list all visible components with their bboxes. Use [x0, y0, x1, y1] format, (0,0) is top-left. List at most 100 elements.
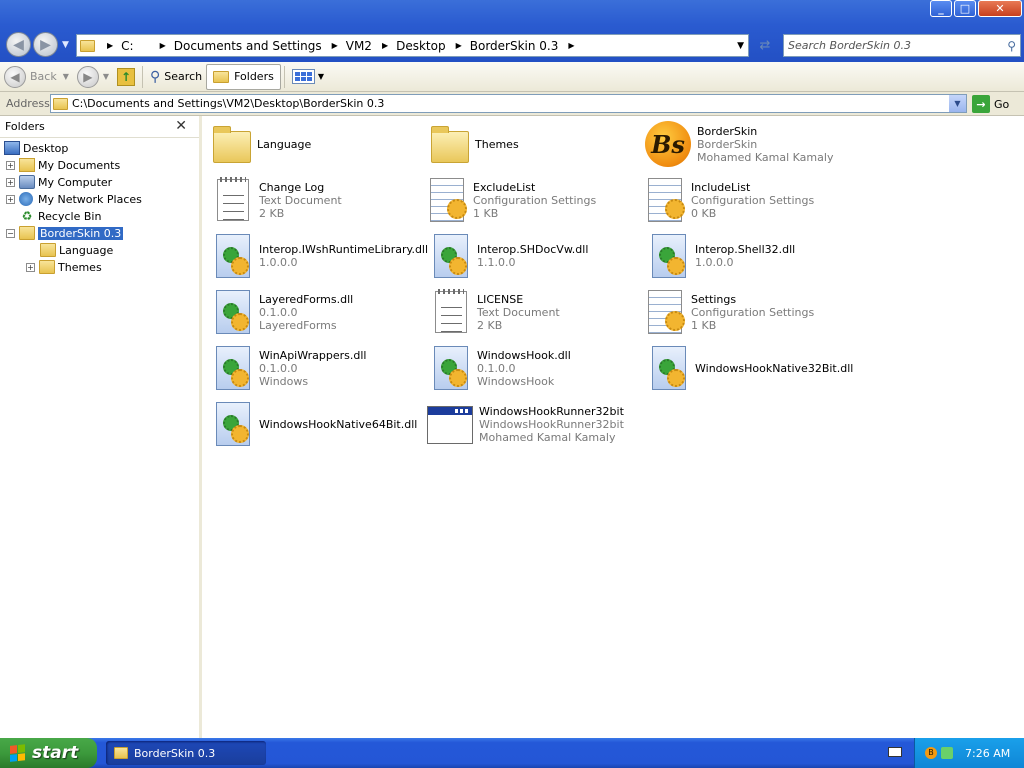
folder-icon — [53, 97, 68, 110]
go-button[interactable]: → Go — [972, 95, 1009, 113]
back-nav-button[interactable]: ◀ — [6, 32, 31, 57]
tree-item-my-computer[interactable]: + My Computer — [6, 174, 112, 190]
breadcrumb-item-c[interactable]: C: — [117, 39, 137, 53]
clock[interactable]: 7:26 AM — [965, 747, 1010, 760]
close-icon[interactable]: ✕ — [175, 118, 187, 134]
breadcrumb-item-vm2[interactable]: VM2 — [342, 39, 376, 53]
expand-icon[interactable]: + — [6, 177, 15, 187]
minimize-button[interactable]: _ — [930, 0, 952, 17]
tree-item-desktop[interactable]: Desktop — [4, 140, 68, 156]
toolbar: ◀ Back ▼ ▶ ▼ ↑ ⚲ Search Folders ▼ — [0, 62, 1024, 92]
file-item-windowshookrunner32bit[interactable]: WindowsHookRunner32bit WindowsHookRunner… — [427, 398, 645, 450]
file-item-excludelist[interactable]: ExcludeList Configuration Settings 1 KB — [427, 174, 645, 226]
forward-button[interactable]: ▶ ▼ — [73, 64, 113, 90]
window-controls: _ □ ✕ — [930, 0, 1022, 17]
forward-nav-button[interactable]: ▶ — [33, 32, 58, 57]
system-tray: B 7:26 AM — [914, 738, 1024, 768]
file-item-interop-shdocvw[interactable]: Interop.SHDocVw.dll 1.1.0.0 — [431, 230, 649, 282]
breadcrumb-item-borderskin[interactable]: BorderSkin 0.3 — [466, 39, 563, 53]
chevron-down-icon[interactable]: ▼ — [103, 72, 109, 81]
recent-pages-dropdown[interactable]: ▼ — [62, 40, 69, 50]
chevron-right-icon[interactable]: ▶ — [326, 41, 342, 50]
folder-up-icon: ↑ — [117, 67, 136, 86]
folders-pane: Folders ✕ Desktop + My Documents + My Co… — [0, 116, 202, 738]
file-item-settings[interactable]: Settings Configuration Settings 1 KB — [645, 286, 863, 338]
dll-icon — [216, 290, 250, 334]
taskbar-window-item[interactable]: BorderSkin 0.3 — [106, 741, 266, 765]
file-item-winapiwrappers[interactable]: WinApiWrappers.dll 0.1.0.0 Windows — [213, 342, 431, 394]
forward-arrow-icon: ▶ — [76, 65, 99, 88]
file-item-interop-iwshruntimelibrary[interactable]: Interop.IWshRuntimeLibrary.dll 1.0.0.0 — [213, 230, 431, 282]
dll-icon — [652, 234, 686, 278]
back-arrow-icon: ◀ — [4, 65, 26, 88]
folder-icon — [40, 243, 56, 257]
dll-icon — [216, 234, 250, 278]
go-arrow-icon: → — [972, 95, 990, 113]
chevron-right-icon[interactable]: ▶ — [562, 41, 578, 50]
windows-logo-icon — [10, 744, 26, 762]
toolbar-divider — [142, 65, 144, 88]
folder-icon — [213, 70, 230, 83]
file-item-license[interactable]: LICENSE Text Document 2 KB — [431, 286, 649, 338]
chevron-down-icon: ▼ — [317, 72, 324, 81]
text-document-icon — [435, 289, 467, 333]
chevron-right-icon[interactable]: ▶ — [101, 41, 117, 50]
tree-item-themes[interactable]: + Themes — [26, 259, 102, 275]
computer-icon — [19, 175, 35, 189]
chevron-down-icon[interactable]: ▼ — [737, 41, 744, 51]
start-button[interactable]: start — [0, 738, 97, 768]
file-item-interop-shell32[interactable]: Interop.Shell32.dll 1.0.0.0 — [649, 230, 867, 282]
expand-icon[interactable]: + — [26, 262, 35, 272]
chevron-right-icon[interactable]: ▶ — [154, 41, 170, 50]
tree-item-language[interactable]: Language — [40, 242, 113, 258]
network-icon — [19, 192, 33, 206]
close-button[interactable]: ✕ — [978, 0, 1022, 17]
application-icon — [427, 406, 473, 444]
expand-icon[interactable]: + — [6, 194, 15, 204]
maximize-button[interactable]: □ — [954, 0, 976, 17]
address-input[interactable]: C:\Documents and Settings\VM2\Desktop\Bo… — [50, 94, 967, 113]
file-item-themes[interactable]: Themes — [431, 118, 649, 170]
views-button[interactable]: ▼ — [288, 64, 328, 90]
keyboard-icon[interactable] — [888, 747, 902, 757]
chevron-right-icon[interactable]: ▶ — [376, 41, 392, 50]
search-icon[interactable]: ⚲ — [1007, 39, 1016, 53]
borderskin-logo-icon: Bs — [645, 121, 691, 167]
folders-pane-header: Folders ✕ — [0, 116, 199, 138]
expand-icon[interactable]: + — [6, 160, 15, 170]
search-button[interactable]: ⚲ Search — [146, 64, 206, 90]
recycle-bin-icon: ♻ — [21, 209, 33, 223]
taskbar: start BorderSkin 0.3 B 7:26 AM — [0, 738, 1024, 768]
refresh-icon: ⇄ — [759, 38, 771, 53]
tree-item-recycle-bin[interactable]: ♻ Recycle Bin — [19, 208, 102, 224]
tree-item-my-documents[interactable]: + My Documents — [6, 157, 120, 173]
file-item-includelist[interactable]: IncludeList Configuration Settings 0 KB — [645, 174, 863, 226]
search-input[interactable]: Search BorderSkin 0.3 ⚲ — [783, 34, 1021, 57]
folder-icon — [80, 39, 95, 52]
folders-button[interactable]: Folders — [206, 63, 281, 90]
breadcrumb-item-documents-and-settings[interactable]: Documents and Settings — [170, 39, 326, 53]
address-dropdown-button[interactable]: ▼ — [949, 95, 966, 112]
folder-icon — [213, 126, 251, 163]
chevron-right-icon[interactable]: ▶ — [450, 41, 466, 50]
up-folder-button[interactable]: ↑ — [113, 64, 139, 90]
file-item-language[interactable]: Language — [213, 118, 431, 170]
file-item-change-log[interactable]: Change Log Text Document 2 KB — [213, 174, 431, 226]
refresh-button[interactable]: ⇄ — [754, 36, 776, 55]
tree-item-my-network-places[interactable]: + My Network Places — [6, 191, 142, 207]
breadcrumb-item-desktop[interactable]: Desktop — [392, 39, 450, 53]
breadcrumb[interactable]: ▶ C: ▶ Documents and Settings ▶ VM2 ▶ De… — [76, 34, 749, 57]
file-item-borderskin[interactable]: Bs BorderSkin BorderSkin Mohamed Kamal K… — [645, 118, 863, 170]
tree-item-borderskin[interactable]: − BorderSkin 0.3 — [6, 225, 124, 241]
toolbar-divider — [283, 65, 285, 88]
file-item-windowshook[interactable]: WindowsHook.dll 0.1.0.0 WindowsHook — [431, 342, 649, 394]
network-tray-icon[interactable] — [941, 747, 953, 759]
file-item-windowshooknative32bit[interactable]: WindowsHookNative32Bit.dll — [649, 342, 867, 394]
file-item-windowshooknative64bit[interactable]: WindowsHookNative64Bit.dll — [213, 398, 431, 450]
borderskin-tray-icon[interactable]: B — [925, 747, 937, 759]
file-item-layeredforms[interactable]: LayeredForms.dll 0.1.0.0 LayeredForms — [213, 286, 431, 338]
address-bar: Address C:\Documents and Settings\VM2\De… — [0, 92, 1024, 116]
back-button[interactable]: ◀ Back ▼ — [0, 64, 73, 90]
collapse-icon[interactable]: − — [6, 228, 15, 238]
chevron-down-icon[interactable]: ▼ — [63, 72, 69, 81]
